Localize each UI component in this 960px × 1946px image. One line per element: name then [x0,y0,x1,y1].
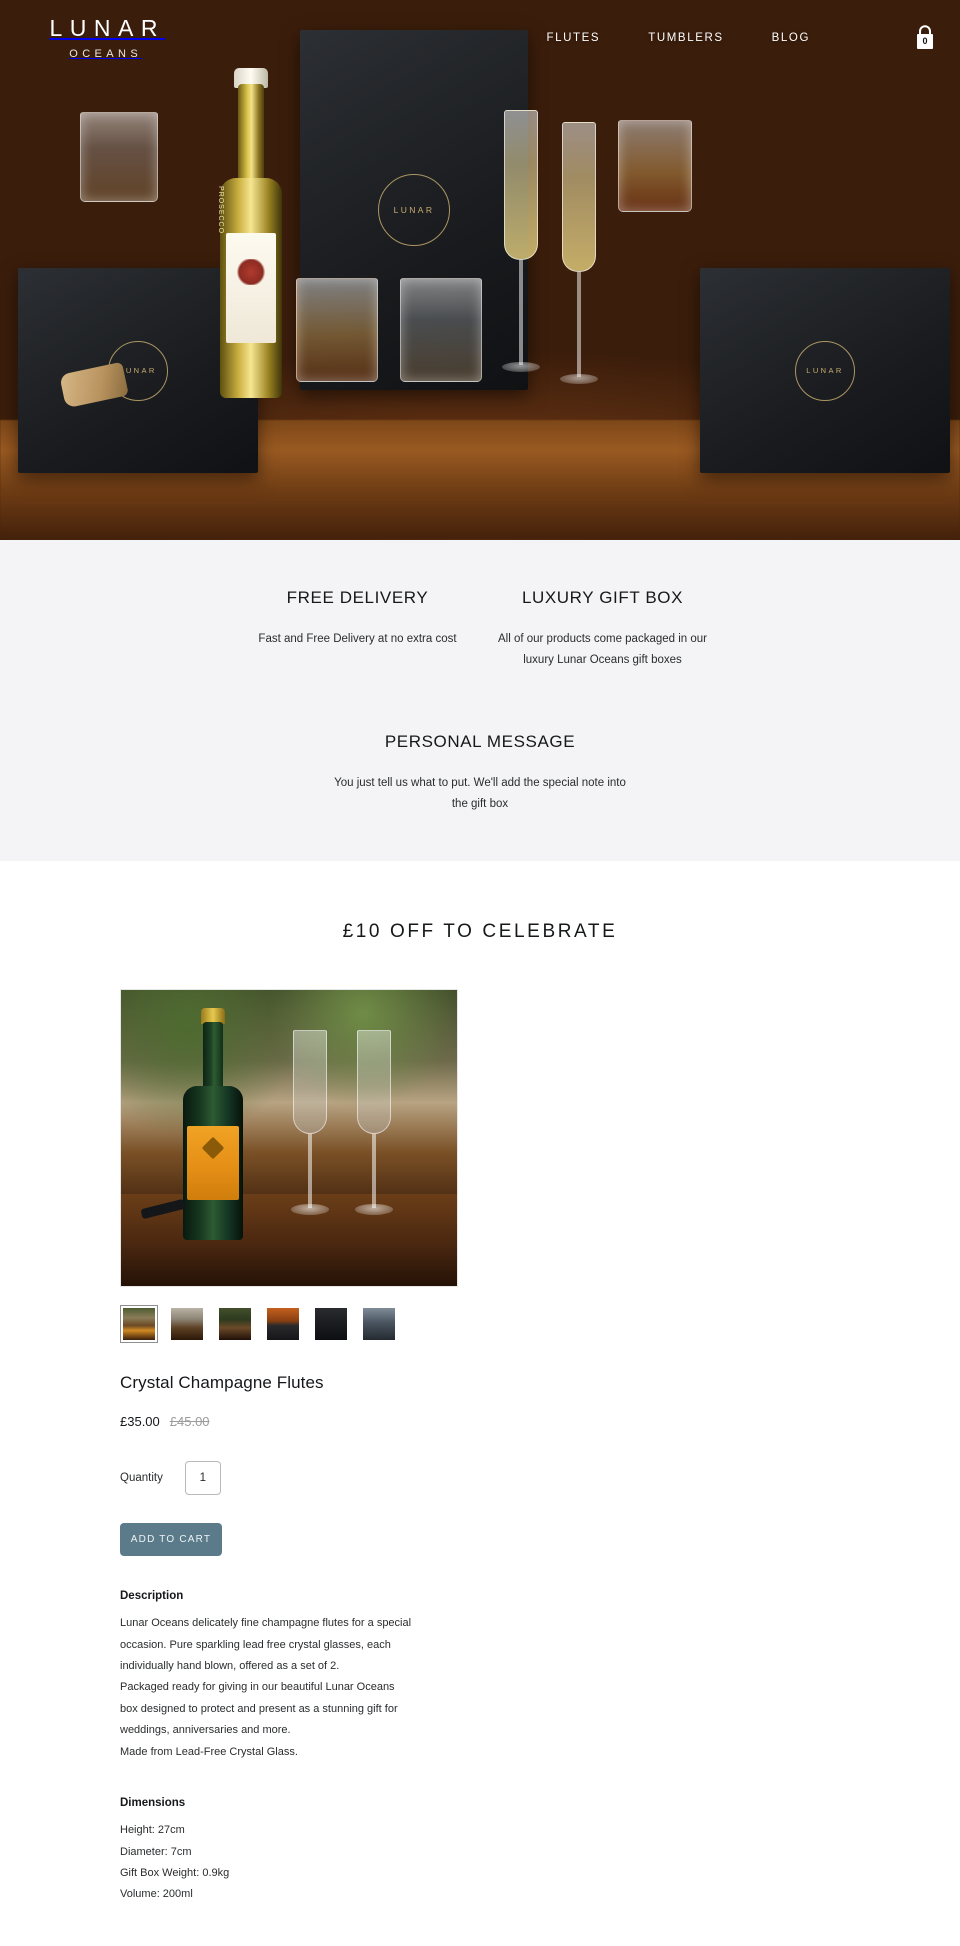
product-thumbnail-1[interactable] [120,1305,158,1344]
quantity-input[interactable] [184,1461,221,1496]
flute-bowl [293,1030,327,1135]
bottle-label [187,1126,239,1201]
product-title: Crystal Champagne Flutes [120,1373,324,1393]
promo-heading: £10 OFF TO CELEBRATE [342,921,618,943]
brand-name-secondary: OCEANS [69,47,143,60]
brand-logo[interactable]: LUNAR OCEANS [42,14,165,60]
feature-text: You just tell us what to put. We'll add … [334,776,626,810]
product-thumbnail-5[interactable] [312,1305,350,1343]
product-price-original: £45.00 [169,1414,210,1430]
description-body: Lunar Oceans delicately fine champagne f… [120,1613,412,1763]
flute-bowl [562,122,596,272]
hero-tumbler-1 [80,112,158,202]
feature-text: All of our products come packaged in our… [497,633,708,667]
features-row-two: PERSONAL MESSAGE You just tell us what t… [0,732,960,816]
bottle-label [226,233,276,343]
thumbnail-image [363,1308,395,1341]
hero-photograph: LUNAR LUNAR LUNAR PROSECCO [0,0,960,540]
bottle-vertical-text: PROSECCO [217,186,224,235]
thumbnail-image [267,1308,299,1341]
product-gallery: Crystal Champagne Flutes £35.00 £45.00 Q… [120,989,460,1906]
description-paragraph: Packaged ready for giving in our beautif… [120,1681,398,1737]
flute-stem [372,1134,376,1209]
product-thumbnail-3[interactable] [216,1305,254,1343]
product-photo-flute-2 [353,1030,395,1230]
promo-section: £10 OFF TO CELEBRATE [0,861,960,989]
thumbnail-image [171,1308,203,1341]
hero-tumbler-3 [400,278,482,382]
thumbnail-image [123,1308,155,1341]
dimension-line: Diameter: 7cm [120,1845,192,1858]
flute-stem [308,1134,312,1209]
product-photo-flute-1 [289,1030,331,1230]
product-thumbnail-6[interactable] [360,1305,398,1343]
page-root: LUNAR LUNAR LUNAR PROSECCO LUNAR OCEANS … [0,0,960,1946]
flute-foot [355,1204,393,1216]
feature-luxury-gift-box: LUXURY GIFT BOX All of our products come… [480,588,725,672]
thumbnail-image [315,1308,347,1341]
feature-title: FREE DELIVERY [286,588,429,607]
quantity-row: Quantity [120,1461,460,1496]
flute-foot [291,1204,329,1216]
hero-box-ring-label-right: LUNAR [795,340,855,401]
product-detail: Crystal Champagne Flutes £35.00 £45.00 Q… [0,989,960,1946]
flute-stem [577,272,581,377]
feature-title: LUXURY GIFT BOX [521,588,684,607]
description-paragraph: Made from Lead-Free Crystal Glass. [120,1745,298,1758]
product-thumbnail-strip [120,1305,460,1344]
description-paragraph: Lunar Oceans delicately fine champagne f… [120,1617,412,1672]
flute-bowl [357,1030,391,1135]
add-to-cart-button[interactable]: ADD TO CART [120,1523,222,1557]
brand-name-primary: LUNAR [49,14,165,41]
feature-personal-message: PERSONAL MESSAGE You just tell us what t… [330,732,630,816]
thumbnail-image [219,1308,251,1341]
hero-tumbler-4 [618,120,692,212]
product-thumbnail-2[interactable] [168,1305,206,1343]
product-photo-bottle [183,1008,243,1241]
feature-text: Fast and Free Delivery at no extra cost [258,633,457,645]
hero-banner: LUNAR LUNAR LUNAR PROSECCO LUNAR OCEANS … [0,0,960,540]
product-thumbnail-4[interactable] [264,1305,302,1343]
dimensions-body: Height: 27cm Diameter: 7cm Gift Box Weig… [120,1820,412,1906]
cart-item-count: 0 [922,36,928,46]
primary-navigation: FLUTES TUMBLERS BLOG 0 [547,25,936,51]
dimension-line: Height: 27cm [120,1824,185,1837]
hero-flute-2 [556,122,602,402]
dimensions-heading: Dimensions [120,1797,186,1810]
feature-free-delivery: FREE DELIVERY Fast and Free Delivery at … [235,588,480,672]
quantity-label: Quantity [120,1472,163,1485]
flute-foot [560,374,598,384]
features-section: FREE DELIVERY Fast and Free Delivery at … [0,540,960,862]
hero-flute-1 [498,110,544,390]
flute-stem [519,260,523,365]
flute-foot [502,362,540,372]
cart-button[interactable]: 0 [914,25,936,51]
features-row-one: FREE DELIVERY Fast and Free Delivery at … [0,588,960,672]
flute-bowl [504,110,538,260]
nav-item-flutes[interactable]: FLUTES [547,32,601,44]
hero-gift-box-right: LUNAR [700,268,950,473]
product-photo-champagne-set [121,990,457,1287]
feature-title: PERSONAL MESSAGE [384,731,576,751]
nav-item-tumblers[interactable]: TUMBLERS [648,32,723,44]
dimension-line: Gift Box Weight: 0.9kg [120,1867,230,1879]
hero-box-ring-label-center: LUNAR [378,174,450,246]
description-heading: Description [120,1590,184,1603]
dimension-line: Volume: 200ml [120,1888,193,1901]
hero-prosecco-bottle: PROSECCO [217,68,284,398]
nav-item-blog[interactable]: BLOG [772,32,810,44]
product-price-row: £35.00 £45.00 [120,1414,460,1429]
hero-tumbler-2 [296,278,378,382]
product-price-current: £35.00 [120,1414,160,1430]
product-main-image[interactable] [120,989,458,1288]
product-info: Crystal Champagne Flutes £35.00 £45.00 Q… [120,1373,460,1906]
site-header: LUNAR OCEANS FLUTES TUMBLERS BLOG 0 [0,0,960,76]
